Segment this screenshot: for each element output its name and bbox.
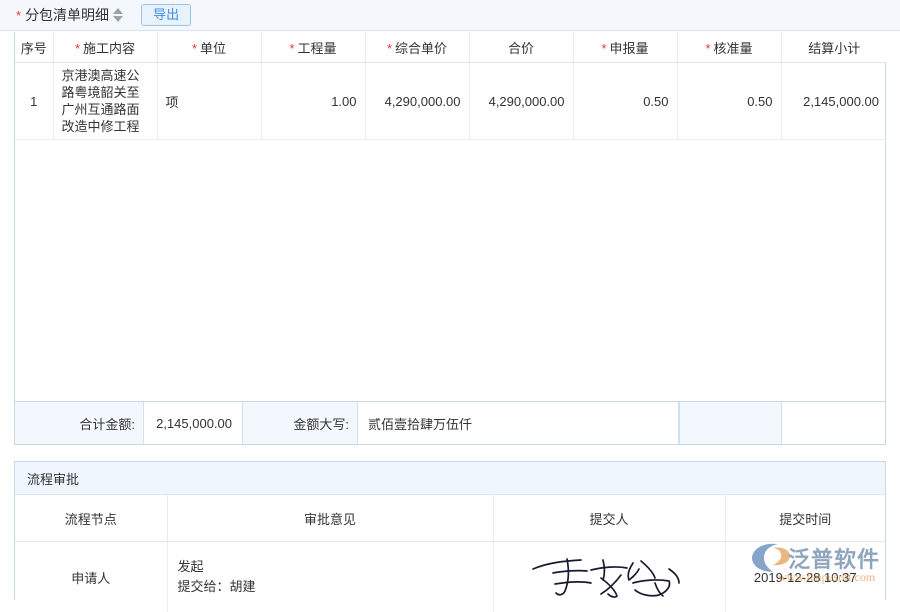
cell-unit[interactable]: 项: [157, 63, 261, 140]
approval-table: 流程节点 审批意见 提交人 提交时间 申请人 发起 提交给：胡建: [15, 495, 885, 612]
cell-content[interactable]: 京港澳高速公路粤境韶关至广州互通路面改造中修工程: [53, 63, 157, 140]
col-declared[interactable]: *申报量: [573, 32, 677, 63]
table-row[interactable]: 1 京港澳高速公路粤境韶关至广州互通路面改造中修工程 项 1.00 4,290,…: [15, 63, 887, 140]
subcontract-detail-table: 序号 *施工内容 *单位 *工程量 *综合单价 合价 *申报量 *核准量 结算小…: [15, 32, 887, 140]
cell-settlement: 2,145,000.00: [781, 63, 887, 140]
required-star: *: [192, 41, 197, 56]
required-star: *: [387, 41, 392, 56]
col-quantity[interactable]: *工程量: [261, 32, 365, 63]
col-submitter: 提交人: [493, 495, 725, 542]
total-amount-value: 2,145,000.00: [143, 402, 243, 444]
required-star: *: [289, 41, 294, 56]
col-unit[interactable]: *单位: [157, 32, 261, 63]
amount-in-words-label: 金额大写:: [243, 402, 357, 444]
summary-filler-1: [679, 402, 781, 444]
col-unit-price[interactable]: *综合单价: [365, 32, 469, 63]
sort-updown-icon[interactable]: [113, 8, 123, 22]
summary-row: 合计金额: 2,145,000.00 金额大写: 贰佰壹拾肆万伍仟: [14, 401, 886, 445]
approval-panel: 流程审批 流程节点 审批意见 提交人 提交时间 申请人 发起 提交给：胡建: [14, 461, 886, 600]
cell-flow-node: 申请人: [15, 542, 167, 612]
cell-quantity[interactable]: 1.00: [261, 63, 365, 140]
cell-index: 1: [15, 63, 53, 140]
col-settlement[interactable]: 结算小计: [781, 32, 887, 63]
amount-in-words-value[interactable]: 贰佰壹拾肆万伍仟: [357, 402, 679, 444]
col-flow-node: 流程节点: [15, 495, 167, 542]
col-approved[interactable]: *核准量: [677, 32, 781, 63]
export-button[interactable]: 导出: [141, 4, 191, 26]
cell-approved[interactable]: 0.50: [677, 63, 781, 140]
cell-total-price: 4,290,000.00: [469, 63, 573, 140]
signature-image: [529, 553, 689, 601]
required-star: *: [705, 41, 710, 56]
approval-header-row: 流程节点 审批意见 提交人 提交时间: [15, 495, 885, 542]
cell-submitter: [493, 542, 725, 612]
grid-header-row: 序号 *施工内容 *单位 *工程量 *综合单价 合价 *申报量 *核准量 结算小…: [15, 32, 887, 63]
cell-approval-opinion: 发起 提交给：胡建: [167, 542, 493, 612]
section-title-label: 分包清单明细: [25, 5, 109, 25]
opinion-target: 提交给：胡建: [178, 577, 483, 597]
page-root: * 分包清单明细 导出 序号 *施工内容 *单位 *工程量 *综合单价: [0, 0, 900, 600]
toolbar: * 分包清单明细 导出: [0, 0, 900, 31]
col-index[interactable]: 序号: [15, 32, 53, 63]
opinion-action: 发起: [178, 557, 483, 577]
col-content[interactable]: *施工内容: [53, 32, 157, 63]
cell-submit-time: 2019-12-28 10:37: [725, 542, 885, 612]
cell-unit-price[interactable]: 4,290,000.00: [365, 63, 469, 140]
col-submit-time: 提交时间: [725, 495, 885, 542]
col-total-price[interactable]: 合价: [469, 32, 573, 63]
approval-row: 申请人 发起 提交给：胡建: [15, 542, 885, 612]
section-title: * 分包清单明细: [16, 5, 123, 25]
col-approval-opinion: 审批意见: [167, 495, 493, 542]
required-star: *: [16, 9, 21, 22]
total-amount-label: 合计金额:: [15, 402, 143, 444]
required-star: *: [601, 41, 606, 56]
approval-panel-title: 流程审批: [15, 462, 885, 495]
cell-declared[interactable]: 0.50: [573, 63, 677, 140]
summary-filler-2: [781, 402, 885, 444]
required-star: *: [75, 41, 80, 56]
subcontract-detail-grid: 序号 *施工内容 *单位 *工程量 *综合单价 合价 *申报量 *核准量 结算小…: [14, 32, 886, 436]
